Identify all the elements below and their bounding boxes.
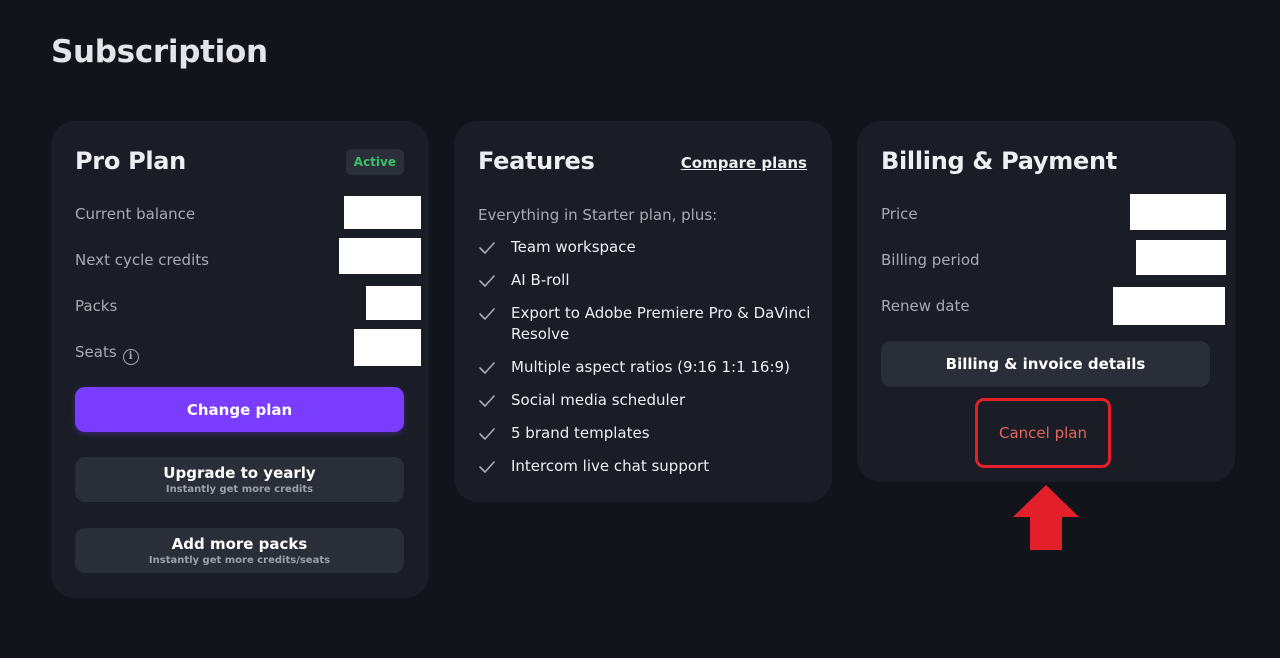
cancel-plan-button[interactable]: Cancel plan [975, 398, 1111, 468]
check-icon [479, 428, 495, 440]
billing-period-label: Billing period [881, 251, 980, 269]
status-badge: Active [345, 149, 404, 175]
change-plan-button[interactable]: Change plan [75, 387, 404, 432]
feature-text: Intercom live chat support [511, 457, 710, 475]
add-packs-sublabel: Instantly get more credits/seats [148, 555, 331, 566]
compare-plans-link[interactable]: Compare plans [681, 154, 807, 172]
feature-item: Team workspace [478, 237, 813, 258]
current-balance-label: Current balance [75, 205, 196, 223]
redacted-seats [354, 329, 421, 366]
add-packs-button[interactable]: Add more packs Instantly get more credit… [75, 528, 404, 573]
features-intro: Everything in Starter plan, plus: [478, 206, 718, 224]
upgrade-yearly-button[interactable]: Upgrade to yearly Instantly get more cre… [75, 457, 404, 502]
cancel-plan-label: Cancel plan [999, 424, 1087, 442]
feature-text: Multiple aspect ratios (9:16 1:1 16:9) [511, 358, 790, 376]
feature-item: AI B-roll [478, 270, 813, 291]
feature-text: 5 brand templates [511, 424, 650, 442]
billing-invoice-details-label: Billing & invoice details [945, 355, 1146, 373]
features-card: Features Compare plans Everything in Sta… [454, 121, 832, 502]
check-icon [479, 242, 495, 254]
seats-row: Seats i [75, 343, 139, 365]
price-label: Price [881, 205, 918, 223]
redacted-price [1130, 194, 1226, 230]
plan-title: Pro Plan [75, 147, 186, 175]
redacted-current-balance [344, 196, 421, 229]
upgrade-yearly-label: Upgrade to yearly [163, 464, 316, 482]
billing-card: Billing & Payment Price Billing period R… [857, 121, 1235, 482]
add-packs-label: Add more packs [171, 535, 308, 553]
feature-item: 5 brand templates [478, 423, 813, 444]
feature-item: Export to Adobe Premiere Pro & DaVinci R… [478, 303, 813, 345]
feature-item: Social media scheduler [478, 390, 813, 411]
feature-text: Team workspace [511, 238, 636, 256]
feature-item: Multiple aspect ratios (9:16 1:1 16:9) [478, 357, 813, 378]
packs-label: Packs [75, 297, 118, 315]
check-icon [479, 461, 495, 473]
redacted-billing-period [1136, 240, 1226, 275]
feature-item: Intercom live chat support [478, 456, 813, 477]
check-icon [479, 395, 495, 407]
features-title: Features [478, 147, 595, 175]
feature-text: Export to Adobe Premiere Pro & DaVinci R… [511, 304, 811, 343]
billing-title: Billing & Payment [881, 147, 1117, 175]
plan-card: Pro Plan Active Current balance Next cyc… [51, 121, 429, 598]
redacted-packs [366, 286, 421, 320]
upgrade-yearly-sublabel: Instantly get more credits [165, 484, 314, 495]
check-icon [479, 308, 495, 320]
feature-text: AI B-roll [511, 271, 570, 289]
feature-list: Team workspace AI B-roll Export to Adobe… [478, 237, 813, 489]
page-title: Subscription [51, 34, 268, 70]
info-icon[interactable]: i [122, 348, 139, 365]
redacted-renew-date [1113, 287, 1225, 325]
check-icon [479, 362, 495, 374]
renew-date-label: Renew date [881, 297, 970, 315]
feature-text: Social media scheduler [511, 391, 686, 409]
billing-invoice-details-button[interactable]: Billing & invoice details [881, 341, 1210, 387]
next-cycle-credits-label: Next cycle credits [75, 251, 209, 269]
check-icon [479, 275, 495, 287]
red-up-arrow-icon [1013, 485, 1079, 550]
seats-label: Seats [75, 343, 117, 361]
redacted-next-cycle-credits [339, 238, 421, 274]
change-plan-label: Change plan [186, 400, 293, 419]
